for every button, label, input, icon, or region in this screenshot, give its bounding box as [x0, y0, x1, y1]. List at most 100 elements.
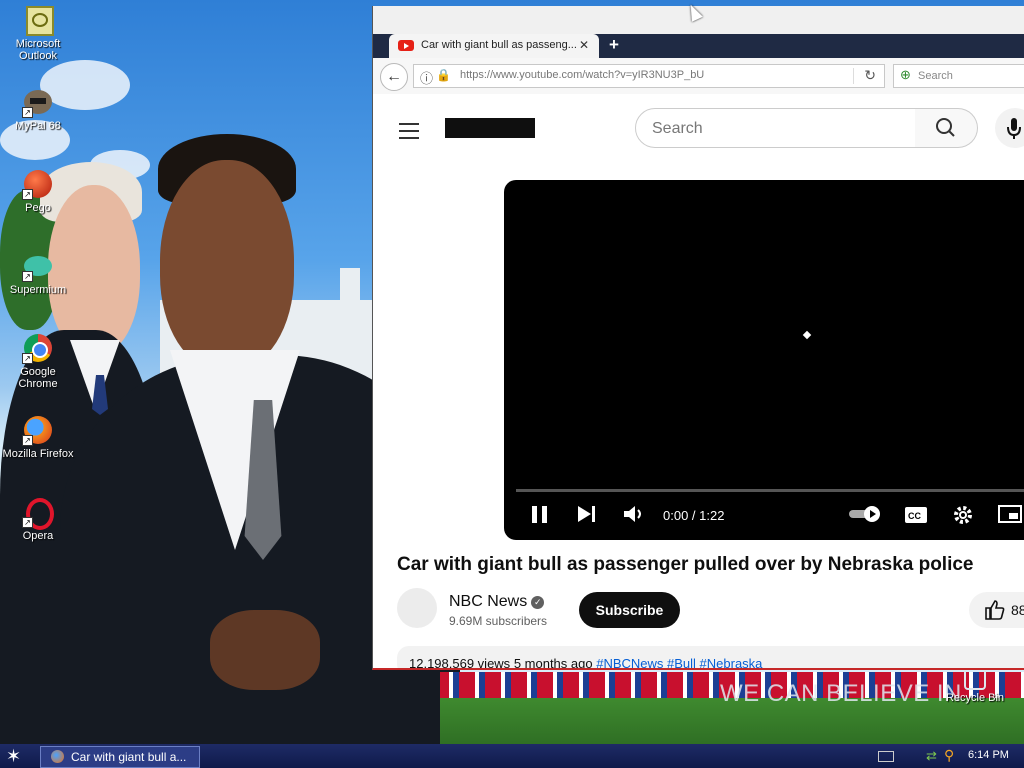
pause-button[interactable]	[530, 503, 550, 530]
youtube-page: Search 0:00 / 1:22 CC Car with giant bul…	[373, 94, 1024, 668]
desktop-icon-label: Recycle Bin	[945, 692, 1005, 704]
autoplay-toggle-icon	[849, 506, 880, 522]
shortcut-arrow-icon: ↗	[22, 271, 33, 282]
browser-tab[interactable]: Car with giant bull as passeng... ✕	[389, 34, 599, 58]
channel-avatar[interactable]	[397, 588, 437, 628]
volume-icon	[624, 506, 641, 522]
time-display: 0:00 / 1:22	[663, 508, 725, 523]
lock-warning-icon[interactable]: 🔒	[436, 68, 451, 82]
pego-icon: ↗	[22, 168, 54, 200]
miniplayer-button[interactable]	[998, 505, 1022, 528]
hashtags[interactable]: #NBCNews #Bull #Nebraska	[596, 656, 762, 668]
keyboard-icon[interactable]	[878, 751, 894, 762]
info-icon[interactable]: ⓘ	[420, 68, 433, 87]
gear-icon	[954, 506, 972, 524]
desktop-icon-label: Pego	[25, 202, 51, 214]
subscribe-button[interactable]: Subscribe	[579, 592, 680, 628]
search-placeholder: Search	[918, 70, 953, 82]
settings-button[interactable]	[952, 504, 974, 531]
nav-bar: ← ⓘ 🔒 https://www.youtube.com/watch?v=yI…	[373, 58, 1024, 95]
wallpaper-slogan: WE CAN BELIEVE IN	[720, 680, 962, 707]
desktop-icon-supermium[interactable]: ↗ Supermium	[0, 250, 76, 296]
desktop-icon-firefox[interactable]: ↗ Mozilla Firefox	[0, 414, 76, 460]
firefox-icon	[51, 750, 64, 763]
desktop-icon-outlook[interactable]: Microsoft Outlook	[0, 4, 76, 62]
taskbar-item-browser[interactable]: Car with giant bull a...	[40, 746, 200, 768]
shortcut-arrow-icon: ↗	[22, 189, 33, 200]
network-icon[interactable]: ⇄	[926, 748, 937, 764]
browser-window: Car with giant bull as passeng... ✕ + ← …	[372, 6, 1024, 670]
desktop-icon-label: Supermium	[9, 284, 67, 296]
divider	[853, 68, 854, 84]
desktop-icon-label: Opera	[22, 530, 54, 542]
like-count: 88	[1011, 602, 1024, 618]
tab-strip: Car with giant bull as passeng... ✕ +	[373, 34, 1024, 58]
reload-icon[interactable]: ↻	[864, 67, 876, 84]
tab-title: Car with giant bull as passeng...	[421, 39, 577, 51]
search-tray-icon[interactable]: ⚲	[944, 747, 954, 764]
desktop-icon-label: Microsoft Outlook	[15, 38, 61, 62]
youtube-search-button[interactable]	[915, 108, 978, 148]
volume-button[interactable]	[622, 503, 646, 530]
shortcut-arrow-icon: ↗	[22, 353, 33, 364]
shortcut-arrow-icon: ↗	[22, 517, 33, 528]
video-title: Car with giant bull as passenger pulled …	[397, 554, 974, 575]
pause-icon	[532, 506, 547, 523]
thumbs-up-icon	[985, 600, 1005, 620]
miniplayer-icon	[998, 505, 1022, 523]
taskbar-item-label: Car with giant bull a...	[71, 750, 187, 764]
desktop-icon-recycle-bin[interactable]: Recycle Bin	[942, 666, 1008, 704]
closed-captions-icon: CC	[905, 507, 927, 523]
address-bar[interactable]: ⓘ 🔒 https://www.youtube.com/watch?v=yIR3…	[413, 64, 885, 88]
search-engine-icon: ⊕	[900, 67, 911, 82]
desktop-icon-chrome[interactable]: ↗ Google Chrome	[0, 332, 76, 390]
start-star-icon[interactable]: ✶	[6, 746, 21, 767]
shortcut-arrow-icon: ↗	[22, 435, 33, 446]
video-meta: 12,198,569 views 5 months ago #NBCNews #…	[409, 656, 762, 670]
clock[interactable]: 6:14 PM	[968, 749, 1009, 761]
youtube-search-placeholder: Search	[652, 120, 703, 137]
menu-icon[interactable]	[399, 123, 419, 144]
tab-close-icon[interactable]: ✕	[579, 38, 589, 52]
desktop-icon-pego[interactable]: ↗ Pego	[0, 168, 76, 214]
youtube-favicon-icon	[398, 40, 414, 51]
supermium-icon: ↗	[22, 250, 54, 282]
desktop-icon-opera[interactable]: ↗ Opera	[0, 496, 76, 542]
next-icon	[578, 506, 595, 522]
mypal-icon: ↗	[22, 86, 54, 118]
back-arrow-icon[interactable]: ←	[380, 63, 408, 91]
search-icon	[936, 118, 955, 137]
channel-name-text: NBC News	[449, 593, 528, 610]
view-count: 12,198,569 views	[409, 656, 511, 670]
youtube-search-input[interactable]: Search	[635, 108, 917, 148]
taskbar: ✶ Car with giant bull a... ⇄ ⚲ 6:14 PM	[0, 744, 1024, 768]
white-house-cupola	[340, 268, 360, 308]
youtube-logo-redacted[interactable]	[445, 118, 535, 138]
svg-text:CC: CC	[908, 511, 921, 521]
video-player[interactable]: 0:00 / 1:22 CC	[504, 180, 1024, 540]
chrome-icon: ↗	[22, 332, 54, 364]
url-text: https://www.youtube.com/watch?v=yIR3NU3P…	[460, 69, 705, 81]
browser-search-box[interactable]: ⊕ Search	[893, 64, 1024, 88]
shortcut-arrow-icon: ↗	[22, 107, 33, 118]
like-button[interactable]: 88	[969, 592, 1024, 628]
outlook-icon	[22, 4, 54, 36]
next-button[interactable]	[576, 503, 598, 530]
desktop-icon-label: Mozilla Firefox	[2, 448, 74, 460]
upload-age: 5 months ago	[513, 656, 593, 670]
loading-spinner	[802, 330, 812, 340]
progress-bar[interactable]	[516, 489, 1024, 492]
description-box[interactable]: 12,198,569 views 5 months ago #NBCNews #…	[397, 646, 1024, 670]
subscriber-count: 9.69M subscribers	[449, 614, 548, 628]
desktop-icon-label: MyPal 68	[15, 120, 61, 132]
verified-check-icon: ✓	[531, 596, 545, 609]
captions-button[interactable]: CC	[904, 506, 928, 529]
channel-name[interactable]: NBC News ✓	[449, 593, 545, 611]
opera-icon: ↗	[22, 496, 54, 530]
new-tab-plus-icon[interactable]: +	[609, 35, 619, 55]
autoplay-toggle[interactable]	[848, 505, 884, 528]
desktop-icon-label: Google Chrome	[18, 366, 58, 390]
firefox-icon: ↗	[22, 414, 54, 446]
desktop-icon-mypal[interactable]: ↗ MyPal 68	[0, 86, 76, 132]
microphone-icon[interactable]	[995, 108, 1024, 148]
